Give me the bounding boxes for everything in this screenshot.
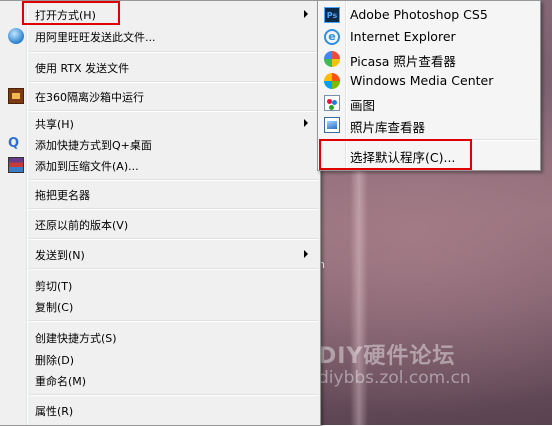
- context-menu: 打开方式(H) 用阿里旺旺发送此文件... 使用 RTX 发送文件 在360隔离…: [0, 0, 321, 426]
- menu-item-restore-previous-versions[interactable]: 还原以前的版本(V): [2, 213, 316, 235]
- winrar-icon: [8, 157, 24, 173]
- menu-item-send-via-aliwangwang[interactable]: 用阿里旺旺发送此文件...: [2, 25, 316, 47]
- submenu-item-label: Internet Explorer: [350, 29, 456, 44]
- menu-item-add-to-archive[interactable]: 添加到压缩文件(A)...: [2, 154, 316, 176]
- menu-separator: [29, 208, 318, 210]
- menu-item-label: 发送到(N): [35, 249, 85, 262]
- menu-item-label: 删除(D): [35, 354, 75, 367]
- aliwangwang-icon: [8, 28, 24, 44]
- menu-separator: [29, 320, 318, 322]
- submenu-arrow-icon: [304, 119, 308, 127]
- menu-item-label: 使用 RTX 发送文件: [35, 62, 130, 75]
- menu-separator: [29, 81, 318, 83]
- submenu-item-label: Picasa 照片查看器: [350, 54, 456, 69]
- menu-item-add-to-qplus[interactable]: Q 添加快捷方式到Q+桌面: [2, 133, 316, 155]
- menu-item-label: 剪切(T): [35, 280, 73, 293]
- windows-media-center-icon: [324, 73, 340, 89]
- menu-separator: [29, 179, 318, 181]
- photoshop-icon: Ps: [324, 7, 340, 23]
- open-with-paint[interactable]: 画图: [320, 92, 536, 114]
- menu-item-rename[interactable]: 重命名(M): [2, 369, 316, 391]
- submenu-item-label: 照片库查看器: [350, 120, 426, 135]
- menu-item-label: 共享(H): [35, 118, 74, 131]
- menu-item-360-sandbox[interactable]: 在360隔离沙箱中运行: [2, 85, 316, 107]
- menu-item-label: 添加快捷方式到Q+桌面: [35, 139, 152, 152]
- menu-item-label: 重命名(M): [35, 375, 87, 388]
- menu-item-create-shortcut[interactable]: 创建快捷方式(S): [2, 326, 316, 348]
- photo-gallery-viewer-icon: [324, 117, 340, 133]
- menu-item-properties[interactable]: 属性(R): [2, 399, 316, 421]
- menu-separator: [348, 139, 538, 141]
- menu-item-label: 添加到压缩文件(A)...: [35, 160, 139, 173]
- menu-separator: [29, 238, 318, 240]
- watermark-url: diybbs.zol.com.cn: [318, 368, 471, 388]
- submenu-item-label: 选择默认程序(C)...: [350, 150, 456, 165]
- menu-item-label: 拖把更名器: [35, 189, 90, 202]
- menu-separator: [29, 268, 318, 270]
- menu-item-share[interactable]: 共享(H): [2, 112, 316, 134]
- menu-item-tuoba-renamer[interactable]: 拖把更名器: [2, 183, 316, 205]
- menu-item-open-with[interactable]: 打开方式(H): [2, 3, 316, 25]
- menu-item-copy[interactable]: 复制(C): [2, 295, 316, 317]
- open-with-picasa[interactable]: Picasa 照片查看器: [320, 48, 536, 70]
- menu-separator: [29, 51, 318, 53]
- submenu-arrow-icon: [304, 250, 308, 258]
- submenu-item-label: Adobe Photoshop CS5: [350, 7, 488, 22]
- internet-explorer-icon: e: [324, 29, 340, 45]
- submenu-item-label: 画图: [350, 98, 376, 113]
- menu-item-label: 复制(C): [35, 301, 74, 314]
- menu-separator: [29, 394, 318, 396]
- menu-item-label: 创建快捷方式(S): [35, 332, 117, 345]
- choose-default-program[interactable]: 选择默认程序(C)...: [320, 144, 536, 166]
- menu-item-label: 用阿里旺旺发送此文件...: [35, 31, 156, 44]
- menu-item-label: 在360隔离沙箱中运行: [35, 91, 144, 104]
- submenu-arrow-icon: [304, 10, 308, 18]
- menu-item-label: 还原以前的版本(V): [35, 219, 129, 232]
- open-with-submenu: Ps Adobe Photoshop CS5 e Internet Explor…: [317, 0, 541, 171]
- open-with-photoshop[interactable]: Ps Adobe Photoshop CS5: [320, 4, 536, 26]
- submenu-item-label: Windows Media Center: [350, 73, 494, 88]
- watermark-title: DIY硬件论坛: [318, 344, 456, 369]
- menu-item-send-via-rtx[interactable]: 使用 RTX 发送文件: [2, 56, 316, 78]
- menu-item-send-to[interactable]: 发送到(N): [2, 243, 316, 265]
- open-with-internet-explorer[interactable]: e Internet Explorer: [320, 26, 536, 48]
- paint-icon: [324, 95, 340, 111]
- menu-item-label: 属性(R): [35, 405, 74, 418]
- menu-item-cut[interactable]: 剪切(T): [2, 274, 316, 296]
- menu-item-label: 打开方式(H): [35, 9, 96, 22]
- open-with-windows-media-center[interactable]: Windows Media Center: [320, 70, 536, 92]
- menu-item-delete[interactable]: 删除(D): [2, 348, 316, 370]
- 360-sandbox-icon: [8, 88, 24, 104]
- open-with-photo-gallery-viewer[interactable]: 照片库查看器: [320, 114, 536, 136]
- picasa-icon: [324, 51, 340, 67]
- qplus-icon: Q: [8, 136, 20, 151]
